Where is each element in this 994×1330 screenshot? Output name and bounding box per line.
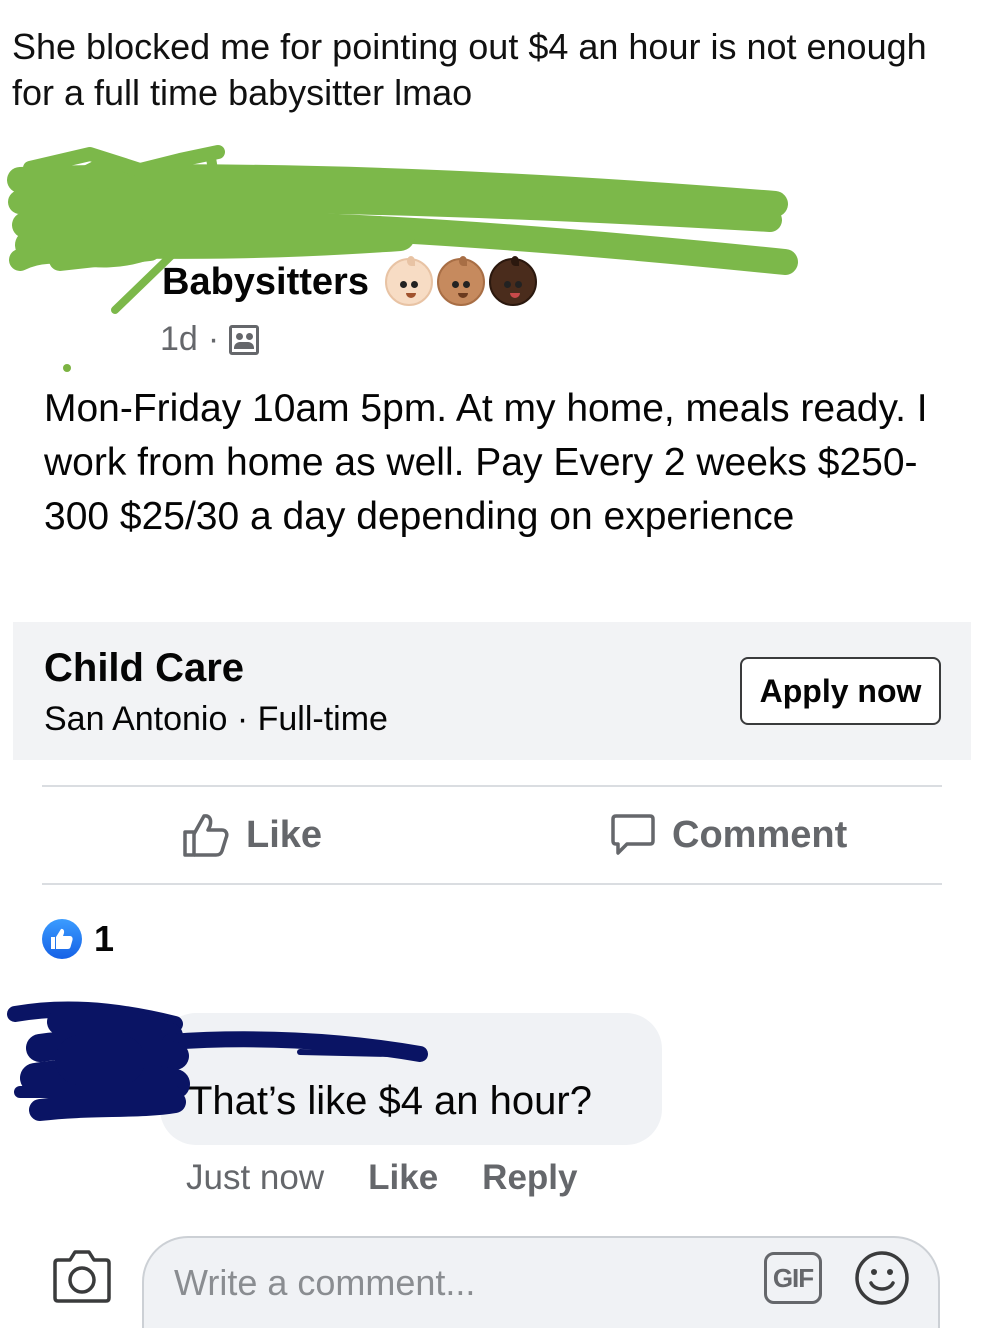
actions-divider-top <box>42 785 942 787</box>
post-time[interactable]: 1d <box>160 320 198 359</box>
comment-like-button[interactable]: Like <box>368 1158 438 1198</box>
gif-button[interactable]: GIF <box>764 1252 822 1304</box>
comment-label: Comment <box>672 813 848 856</box>
apply-now-button[interactable]: Apply now <box>740 657 941 725</box>
comment-bubble: That’s like $4 an hour? <box>160 1013 662 1145</box>
caption-text: She blocked me for pointing out $4 an ho… <box>12 26 927 113</box>
reaction-count: 1 <box>94 918 115 959</box>
job-listing-card[interactable]: Child Care San Antonio · Full-time Apply… <box>13 622 971 760</box>
like-label: Like <box>246 813 323 856</box>
baby-medium-skin-emoji <box>436 256 485 306</box>
group-name-header[interactable]: Babysitters <box>162 256 537 306</box>
emoji-icon <box>855 1251 909 1305</box>
scribble-dot <box>63 364 71 372</box>
camera-icon[interactable] <box>52 1248 112 1304</box>
baby-light-skin-emoji <box>384 256 433 306</box>
like-reaction-icon <box>42 919 82 959</box>
comment-actions: Just now Like Reply <box>186 1158 577 1198</box>
actions-divider-bottom <box>42 883 942 885</box>
job-title: Child Care <box>44 646 245 690</box>
group-privacy-icon <box>229 324 260 355</box>
post-meta: 1d · <box>160 320 260 359</box>
group-name[interactable]: Babysitters <box>162 261 369 304</box>
like-button[interactable]: Like <box>182 812 322 858</box>
comment-time: Just now <box>186 1158 325 1197</box>
meta-separator: · <box>207 320 220 358</box>
post-body-text: Mon-Friday 10am 5pm. At my home, meals r… <box>44 387 928 538</box>
comment-bubble-icon <box>611 814 655 855</box>
baby-emoji-row <box>384 256 537 306</box>
baby-dark-skin-emoji <box>488 256 537 306</box>
emoji-button[interactable] <box>854 1250 910 1306</box>
comment-reply-button[interactable]: Reply <box>482 1158 577 1198</box>
comment-text: That’s like $4 an hour? <box>188 1079 592 1123</box>
comment-button[interactable]: Comment <box>610 812 847 858</box>
job-location-type: San Antonio · Full-time <box>44 700 388 738</box>
reaction-summary[interactable]: 1 <box>42 918 114 960</box>
thumbs-up-icon <box>183 814 229 857</box>
